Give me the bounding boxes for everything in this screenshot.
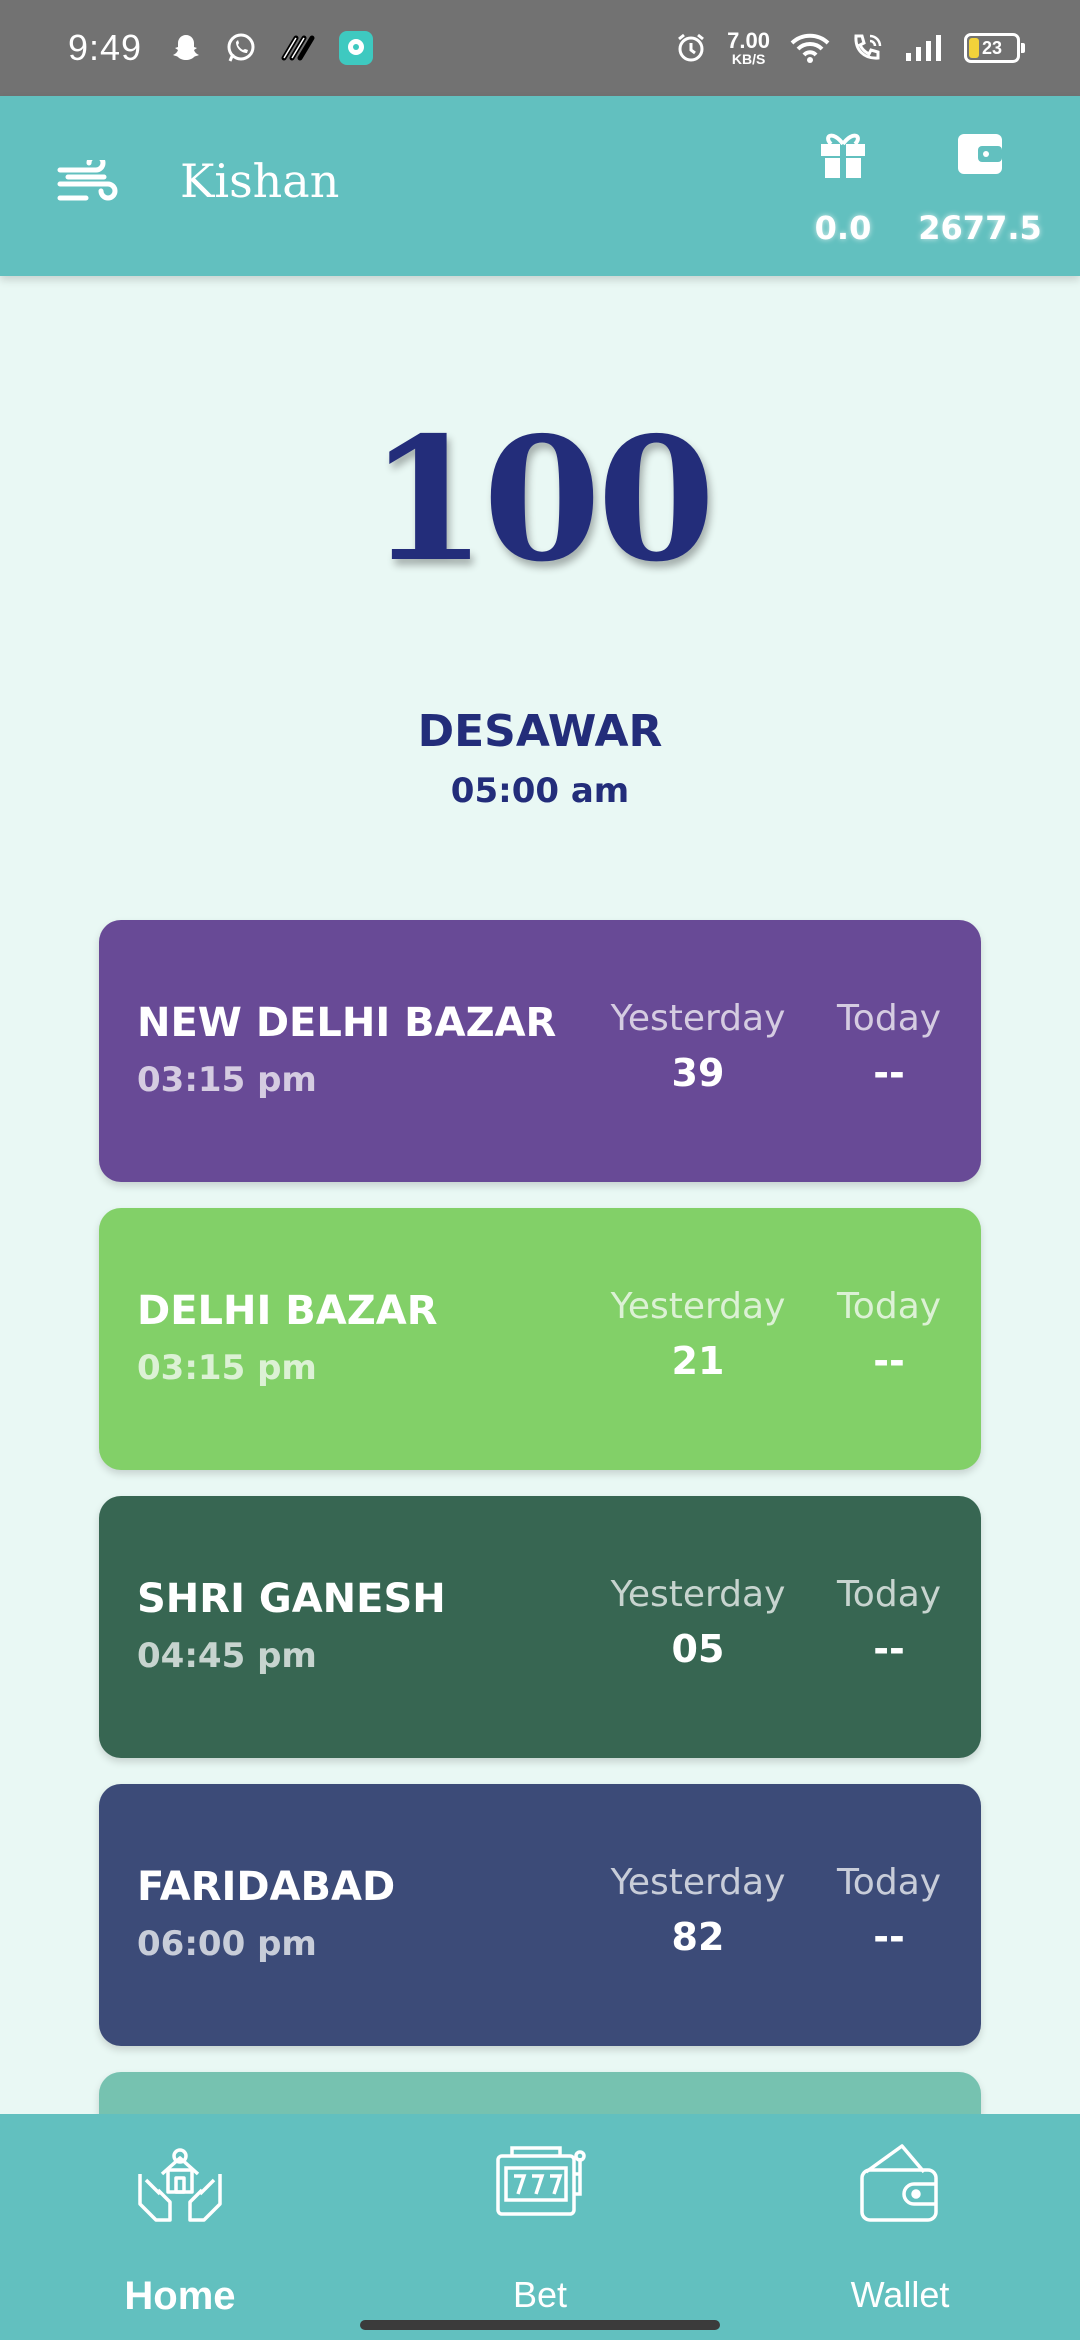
featured-game-time: 05:00 am (450, 771, 630, 811)
game-name: NEW DELHI BAZAR (137, 1000, 557, 1046)
game-card[interactable]: DELHI BAZAR 03:15 pm Yesterday 21 Today … (99, 1208, 981, 1470)
game-time: 03:15 pm (137, 1060, 317, 1100)
today-label: Today (836, 1862, 942, 1903)
app-icon (280, 32, 316, 64)
snapchat-icon (170, 32, 202, 64)
bonus-value: 0.0 (814, 209, 872, 247)
status-bar: 9:49 7.00 KB/S 23 (0, 0, 1080, 96)
yesterday-value: 21 (671, 1339, 725, 1383)
featured-game: DESAWAR 05:00 am (0, 706, 1080, 811)
game-time: 03:15 pm (137, 1348, 317, 1388)
today-label: Today (836, 1574, 942, 1615)
wallet-nav-icon (852, 2114, 948, 2235)
yesterday-value: 05 (671, 1627, 725, 1671)
net-speed-value: 7.00 (727, 28, 770, 53)
net-speed: 7.00 KB/S (727, 28, 770, 67)
home-indicator[interactable] (360, 2320, 720, 2330)
featured-result: 100 (368, 400, 716, 600)
nav-wallet[interactable]: Wallet (750, 2114, 1050, 2340)
wallet-icon (952, 126, 1008, 187)
game-name: FARIDABAD (137, 1864, 396, 1910)
game-card[interactable]: SHRI GANESH 04:45 pm Yesterday 05 Today … (99, 1496, 981, 1758)
status-time: 9:49 (68, 27, 143, 68)
today-label: Today (836, 1286, 942, 1327)
bottom-nav: Home Bet Wallet (0, 2114, 1080, 2340)
home-hands-icon (132, 2114, 228, 2235)
net-speed-unit: KB/S (731, 51, 766, 67)
yesterday-column: Yesterday 05 (597, 1574, 799, 1671)
battery-icon: 23 (964, 33, 1025, 63)
app-header: Kishan 0.0 2677.5 (0, 96, 1080, 276)
wallet-balance-button[interactable]: 2677.5 (918, 126, 1042, 247)
yesterday-label: Yesterday (610, 1862, 786, 1903)
yesterday-value: 82 (671, 1915, 725, 1959)
game-name: SHRI GANESH (137, 1576, 446, 1622)
bonus-button[interactable]: 0.0 (808, 126, 878, 247)
yesterday-value: 39 (671, 1051, 725, 1095)
wifi-icon (790, 32, 830, 64)
today-value: -- (873, 1339, 905, 1383)
today-value: -- (873, 1627, 905, 1671)
alarm-icon (675, 32, 707, 64)
signal-icon (904, 33, 944, 63)
call-wifi-icon (850, 32, 884, 64)
chat-icon (338, 30, 374, 66)
today-column: Today -- (829, 1286, 949, 1383)
game-card[interactable]: FARIDABAD 06:00 pm Yesterday 82 Today -- (99, 1784, 981, 2046)
wallet-value: 2677.5 (918, 209, 1042, 247)
nav-wallet-label: Wallet (850, 2274, 950, 2315)
whatsapp-icon (224, 31, 258, 65)
yesterday-label: Yesterday (610, 1574, 786, 1615)
featured-game-name: DESAWAR (417, 706, 663, 757)
today-label: Today (836, 998, 942, 1039)
nav-bet[interactable]: Bet (390, 2114, 690, 2340)
yesterday-column: Yesterday 82 (597, 1862, 799, 1959)
battery-level: 23 (981, 37, 1003, 58)
notification-icons (170, 30, 374, 66)
nav-home[interactable]: Home (30, 2114, 330, 2340)
game-time: 04:45 pm (137, 1636, 317, 1676)
game-card[interactable]: NEW DELHI BAZAR 03:15 pm Yesterday 39 To… (99, 920, 981, 1182)
gift-icon (815, 126, 871, 187)
nav-bet-label: Bet (512, 2274, 568, 2315)
nav-home-label: Home (124, 2274, 236, 2318)
game-time: 06:00 pm (137, 1924, 317, 1964)
yesterday-label: Yesterday (610, 998, 786, 1039)
today-value: -- (873, 1051, 905, 1095)
today-column: Today -- (829, 998, 949, 1095)
today-value: -- (873, 1915, 905, 1959)
yesterday-column: Yesterday 21 (597, 1286, 799, 1383)
yesterday-label: Yesterday (610, 1286, 786, 1327)
system-icons: 7.00 KB/S 23 (675, 28, 1025, 67)
yesterday-column: Yesterday 39 (597, 998, 799, 1095)
today-column: Today -- (829, 1862, 949, 1959)
today-column: Today -- (829, 1574, 949, 1671)
slot-machine-icon (492, 2114, 588, 2235)
menu-icon[interactable] (56, 153, 120, 213)
game-name: DELHI BAZAR (137, 1288, 438, 1334)
user-name: Kishan (180, 154, 340, 208)
